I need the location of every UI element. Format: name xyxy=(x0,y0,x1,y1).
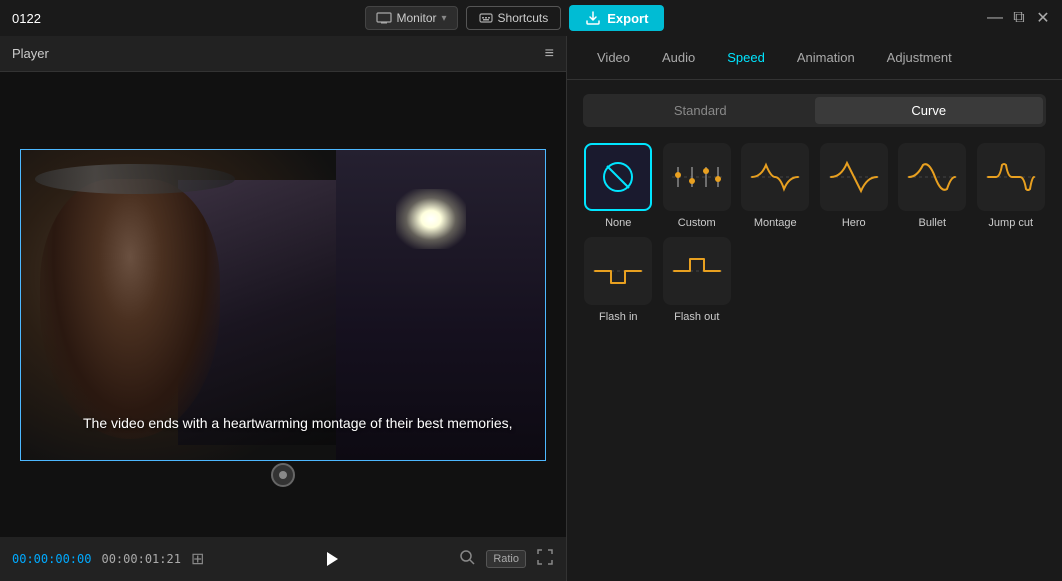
speed-label-bullet: Bullet xyxy=(918,217,946,229)
speed-presets-row2: Flash in Flash out xyxy=(583,237,1046,323)
keyboard-icon xyxy=(479,11,493,25)
right-panel: Video Audio Speed Animation Adjustment S… xyxy=(567,36,1062,581)
speed-icon-none xyxy=(584,143,652,211)
play-button[interactable] xyxy=(321,549,341,569)
tab-video[interactable]: Video xyxy=(583,44,644,71)
speed-icon-montage xyxy=(741,143,809,211)
speed-icon-flashout xyxy=(663,237,731,305)
play-icon xyxy=(321,549,341,569)
player-panel: Player ≡ The video ends with a heartwarm… xyxy=(0,36,567,581)
speed-preset-hero[interactable]: Hero xyxy=(819,143,890,229)
monitor-chevron: ▾ xyxy=(442,13,447,24)
bullet-icon-svg xyxy=(905,157,959,197)
monitor-button[interactable]: Monitor ▾ xyxy=(365,6,458,30)
monitor-label: Monitor xyxy=(397,11,437,25)
speed-presets-row1: None xyxy=(583,143,1046,229)
title-bar-right: — ⧉ ✕ xyxy=(988,11,1050,25)
flashout-icon-svg xyxy=(670,251,724,291)
video-frame: The video ends with a heartwarming monta… xyxy=(20,149,546,461)
player-menu-icon[interactable]: ≡ xyxy=(545,45,554,63)
speed-preset-none[interactable]: None xyxy=(583,143,654,229)
speed-icon-jumpcut xyxy=(977,143,1045,211)
close-button[interactable]: ✕ xyxy=(1036,11,1050,25)
time-current: 00:00:00:00 xyxy=(12,552,91,566)
monitor-icon xyxy=(376,12,392,24)
player-controls: 00:00:00:00 00:00:01:21 ⊞ Ratio xyxy=(0,537,566,581)
export-label: Export xyxy=(607,11,648,26)
mode-toggle: Standard Curve xyxy=(583,94,1046,127)
speed-preset-montage[interactable]: Montage xyxy=(740,143,811,229)
ratio-button[interactable]: Ratio xyxy=(486,550,526,568)
tabs-bar: Video Audio Speed Animation Adjustment xyxy=(567,36,1062,80)
speed-icon-bullet xyxy=(898,143,966,211)
title-bar-left: 0122 xyxy=(12,11,41,26)
main-content: Player ≡ The video ends with a heartwarm… xyxy=(0,36,1062,581)
speed-icon-hero xyxy=(820,143,888,211)
tab-audio[interactable]: Audio xyxy=(648,44,709,71)
custom-icon-svg xyxy=(670,157,724,197)
minimize-button[interactable]: — xyxy=(988,11,1002,25)
title-bar-center: Monitor ▾ Shortcuts Export xyxy=(365,5,665,31)
tab-speed[interactable]: Speed xyxy=(713,44,779,71)
speed-preset-flashin[interactable]: Flash in xyxy=(583,237,654,323)
speed-preset-jumpcut[interactable]: Jump cut xyxy=(976,143,1047,229)
speed-preset-custom[interactable]: Custom xyxy=(662,143,733,229)
speed-label-hero: Hero xyxy=(842,217,866,229)
montage-icon-svg xyxy=(748,157,802,197)
playhead-indicator[interactable] xyxy=(271,463,295,487)
speed-label-jumpcut: Jump cut xyxy=(988,217,1033,229)
jumpcut-icon-svg xyxy=(984,157,1038,197)
mode-curve[interactable]: Curve xyxy=(815,97,1044,124)
speed-icon-custom xyxy=(663,143,731,211)
restore-button[interactable]: ⧉ xyxy=(1012,11,1026,25)
fullscreen-button[interactable] xyxy=(536,548,554,571)
title-bar: 0122 Monitor ▾ Shortcuts xyxy=(0,0,1062,36)
video-scene: The video ends with a heartwarming monta… xyxy=(20,149,546,461)
tab-adjustment[interactable]: Adjustment xyxy=(873,44,966,71)
timeline-grid-icon[interactable]: ⊞ xyxy=(191,549,204,569)
export-button[interactable]: Export xyxy=(569,5,664,31)
speed-preset-bullet[interactable]: Bullet xyxy=(897,143,968,229)
zoom-to-fit-icon[interactable] xyxy=(458,548,476,571)
export-icon xyxy=(585,10,601,26)
subtitle-text: The video ends with a heartwarming monta… xyxy=(83,415,483,431)
panel-content: Standard Curve None xyxy=(567,80,1062,581)
flashin-icon-svg xyxy=(591,251,645,291)
speed-label-flashout: Flash out xyxy=(674,311,719,323)
mode-standard[interactable]: Standard xyxy=(586,97,815,124)
shortcuts-label: Shortcuts xyxy=(498,11,549,25)
player-video-area: The video ends with a heartwarming monta… xyxy=(0,72,566,537)
player-header: Player ≡ xyxy=(0,36,566,72)
speed-label-custom: Custom xyxy=(678,217,716,229)
none-icon-svg xyxy=(598,157,638,197)
time-total: 00:00:01:21 xyxy=(101,552,180,566)
player-title: Player xyxy=(12,46,49,61)
shortcuts-button[interactable]: Shortcuts xyxy=(466,6,562,30)
speed-icon-flashin xyxy=(584,237,652,305)
tab-animation[interactable]: Animation xyxy=(783,44,869,71)
speed-label-montage: Montage xyxy=(754,217,797,229)
hero-icon-svg xyxy=(827,157,881,197)
speed-preset-flashout[interactable]: Flash out xyxy=(662,237,733,323)
speed-label-flashin: Flash in xyxy=(599,311,638,323)
speed-label-none: None xyxy=(605,217,631,229)
app-title: 0122 xyxy=(12,11,41,26)
